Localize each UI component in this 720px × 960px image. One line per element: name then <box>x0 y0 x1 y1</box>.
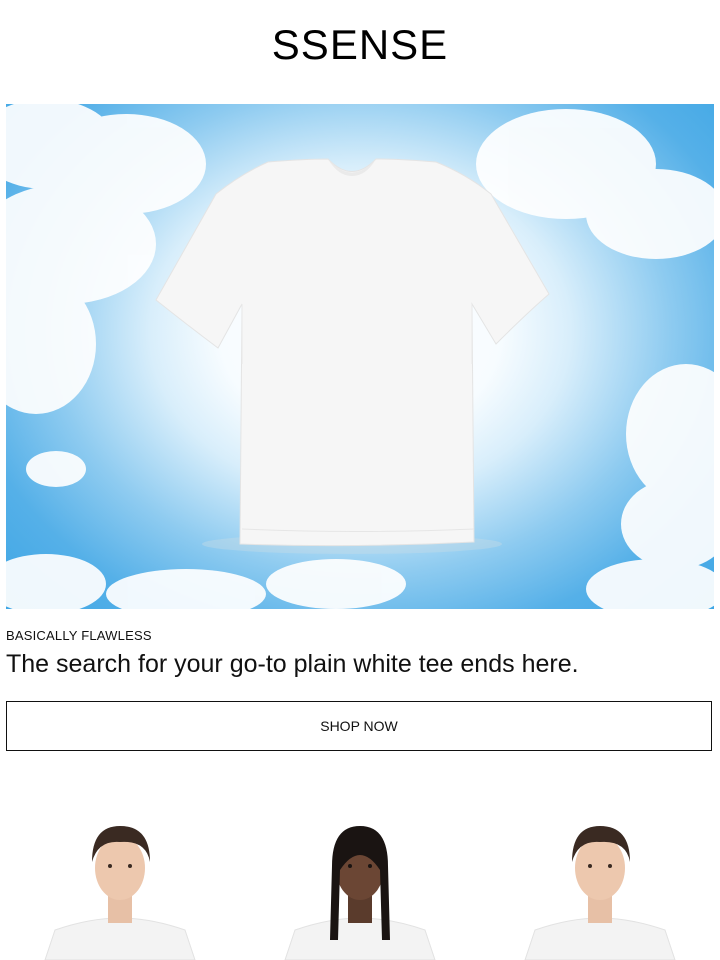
product-card[interactable] <box>0 800 240 960</box>
t-shirt-icon <box>155 158 550 547</box>
model-white-tee-image <box>480 800 720 960</box>
email-header: SSENSE <box>0 0 720 104</box>
product-card[interactable] <box>240 800 480 960</box>
model-white-tee-image <box>0 800 240 960</box>
white-tee-on-clouds-image <box>6 104 714 609</box>
ssense-logo[interactable]: SSENSE <box>272 21 448 69</box>
product-grid <box>0 800 720 960</box>
promo-headline: The search for your go-to plain white te… <box>6 650 579 678</box>
product-card[interactable] <box>480 800 720 960</box>
promo-eyebrow: BASICALLY FLAWLESS <box>6 628 152 643</box>
model-white-tee-image <box>240 800 480 960</box>
hero-image[interactable] <box>6 104 714 609</box>
shop-now-button[interactable]: SHOP NOW <box>6 701 712 751</box>
